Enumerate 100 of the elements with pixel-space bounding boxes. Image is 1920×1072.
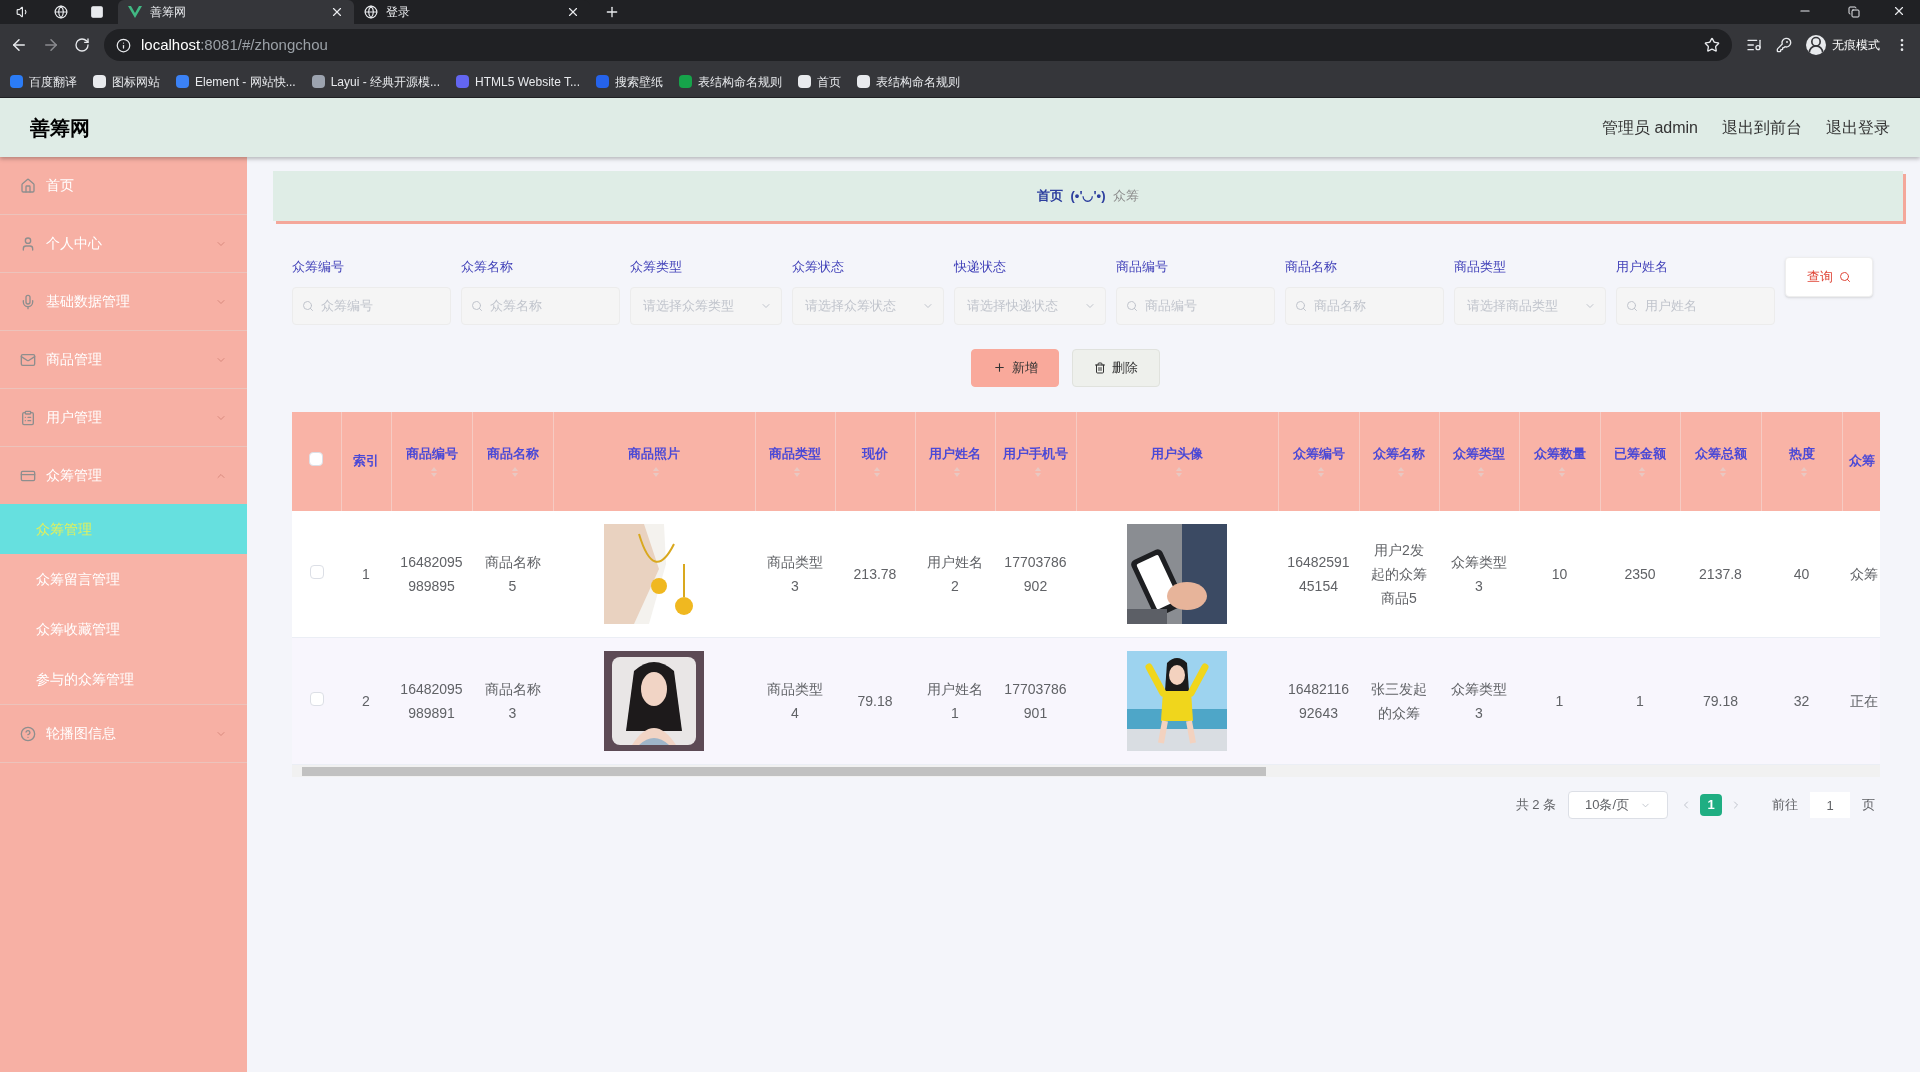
- microphone-icon: [20, 293, 36, 310]
- horizontal-scrollbar[interactable]: [292, 765, 1880, 777]
- column-header[interactable]: 用户头像: [1082, 444, 1272, 464]
- bookmark-link[interactable]: 表结构命名规则: [679, 72, 782, 91]
- new-tab-icon[interactable]: [604, 4, 620, 20]
- add-button[interactable]: 新增: [971, 348, 1059, 387]
- sort-icon[interactable]: [510, 465, 519, 478]
- column-header[interactable]: 商品名称: [478, 444, 547, 464]
- favicon-icon: [456, 75, 470, 88]
- close-icon[interactable]: [330, 5, 344, 19]
- table-cell: 商品类型3: [767, 553, 823, 594]
- column-header[interactable]: 众筹名称: [1365, 444, 1433, 464]
- table-cell: 商品名称3: [484, 681, 541, 721]
- table-cell: 2350: [1624, 565, 1656, 582]
- search-button[interactable]: 查询: [1785, 257, 1873, 297]
- table-cell: 1648259145154: [1287, 553, 1350, 594]
- breadcrumb-link[interactable]: 首页: [1036, 186, 1063, 206]
- favicon-icon: [857, 75, 870, 88]
- column-header[interactable]: 众筹总额: [1686, 444, 1755, 464]
- sort-icon[interactable]: [1316, 465, 1325, 478]
- header-link[interactable]: 退出到前台: [1722, 115, 1802, 140]
- goto-label: 前往: [1772, 796, 1798, 815]
- bookmark-link[interactable]: 百度翻译: [10, 72, 77, 91]
- column-header[interactable]: 热度: [1767, 444, 1836, 464]
- table-cell: 1: [362, 565, 370, 582]
- bookmark-link[interactable]: 首页: [798, 72, 841, 91]
- browser-tab[interactable]: 善筹网: [118, 0, 354, 24]
- column-header[interactable]: 索引: [347, 451, 385, 471]
- filter-label: 众筹状态: [792, 258, 845, 276]
- delete-button[interactable]: 删除: [1072, 348, 1160, 387]
- filter-label: 商品名称: [1285, 258, 1338, 276]
- checkbox[interactable]: [309, 692, 324, 706]
- header-link[interactable]: 管理员 admin: [1601, 115, 1698, 140]
- sort-icon[interactable]: [1799, 465, 1808, 478]
- bookmark-link[interactable]: 图标网站: [93, 72, 160, 91]
- square-icon[interactable]: [90, 5, 104, 19]
- page-size-select[interactable]: 10条/页: [1568, 791, 1668, 819]
- sort-icon[interactable]: [1175, 465, 1183, 478]
- column-header[interactable]: 众筹数量: [1525, 444, 1594, 464]
- key-icon[interactable]: [1776, 37, 1792, 53]
- checkbox[interactable]: [309, 452, 324, 466]
- search-icon: [1626, 299, 1638, 312]
- column-header[interactable]: 众筹编号: [1284, 444, 1353, 464]
- table-cell: 1: [1555, 693, 1564, 709]
- table-cell: 众筹: [1850, 565, 1878, 582]
- filter-label: 商品编号: [1116, 258, 1169, 276]
- globe-icon[interactable]: [54, 5, 68, 19]
- column-header[interactable]: 已筹金额: [1606, 444, 1674, 464]
- header-link[interactable]: 退出登录: [1826, 115, 1890, 140]
- address-field[interactable]: localhost:8081/#/zhongchou: [104, 29, 1732, 61]
- column-header[interactable]: 现价: [841, 444, 909, 464]
- column-header[interactable]: 用户姓名: [921, 444, 989, 464]
- column-header[interactable]: 商品编号: [397, 444, 466, 464]
- page-button[interactable]: 1: [1700, 794, 1722, 816]
- favicon-icon: [311, 75, 325, 88]
- checkbox[interactable]: [309, 564, 324, 579]
- breadcrumb-link[interactable]: 众筹: [1113, 186, 1140, 206]
- playlist-icon[interactable]: [1746, 37, 1762, 53]
- table-cell: 40: [1793, 565, 1810, 582]
- sort-icon[interactable]: [1557, 465, 1566, 478]
- user-icon: [1806, 35, 1826, 55]
- sort-icon[interactable]: [793, 465, 801, 478]
- table-cell: 2137.8: [1699, 565, 1742, 582]
- restore-icon[interactable]: [1848, 6, 1860, 18]
- column-header[interactable]: 用户手机号: [1001, 444, 1070, 464]
- bookmark-link[interactable]: 搜索壁纸: [596, 72, 663, 91]
- favicon-icon: [798, 75, 811, 88]
- filter-label: 众筹类型: [630, 258, 683, 276]
- filter-label: 快递状态: [954, 258, 1007, 276]
- bookmark-link[interactable]: Layui - 经典开源模...: [311, 72, 441, 91]
- column-header[interactable]: 商品类型: [761, 444, 829, 464]
- bookmark-link[interactable]: 表结构命名规则: [857, 72, 960, 91]
- url-text: localhost:8081/#/zhongchou: [141, 34, 328, 55]
- reload-icon[interactable]: [74, 37, 90, 53]
- column-header[interactable]: 众筹类型: [1445, 444, 1513, 464]
- page-input[interactable]: 1: [1810, 792, 1850, 818]
- forward-icon[interactable]: [42, 36, 60, 54]
- sort-icon[interactable]: [652, 465, 660, 478]
- sort-icon[interactable]: [1033, 465, 1042, 478]
- search-icon: [302, 299, 314, 312]
- sort-icon[interactable]: [1638, 465, 1646, 478]
- profile-button[interactable]: 无痕模式: [1806, 35, 1880, 55]
- sort-icon[interactable]: [873, 465, 881, 478]
- close-icon[interactable]: [1892, 4, 1906, 18]
- info-icon: [116, 37, 131, 53]
- sort-icon[interactable]: [1718, 465, 1727, 478]
- bookmark-link[interactable]: HTML5 Website T...: [456, 72, 580, 91]
- column-header[interactable]: 众筹: [1848, 451, 1880, 471]
- bookmark-link[interactable]: Element - 网站快...: [176, 72, 296, 91]
- table-cell: 213.78: [853, 565, 897, 582]
- table-cell: 17703786902: [1004, 553, 1067, 594]
- close-icon[interactable]: [566, 5, 580, 19]
- star-icon[interactable]: [1704, 37, 1720, 53]
- sort-icon[interactable]: [953, 465, 961, 478]
- back-icon[interactable]: [10, 36, 28, 54]
- sort-icon[interactable]: [429, 465, 438, 478]
- sort-icon[interactable]: [1397, 465, 1405, 478]
- column-header[interactable]: 商品照片: [559, 444, 749, 464]
- table-cell: 79.18: [857, 693, 893, 709]
- sort-icon[interactable]: [1477, 465, 1485, 478]
